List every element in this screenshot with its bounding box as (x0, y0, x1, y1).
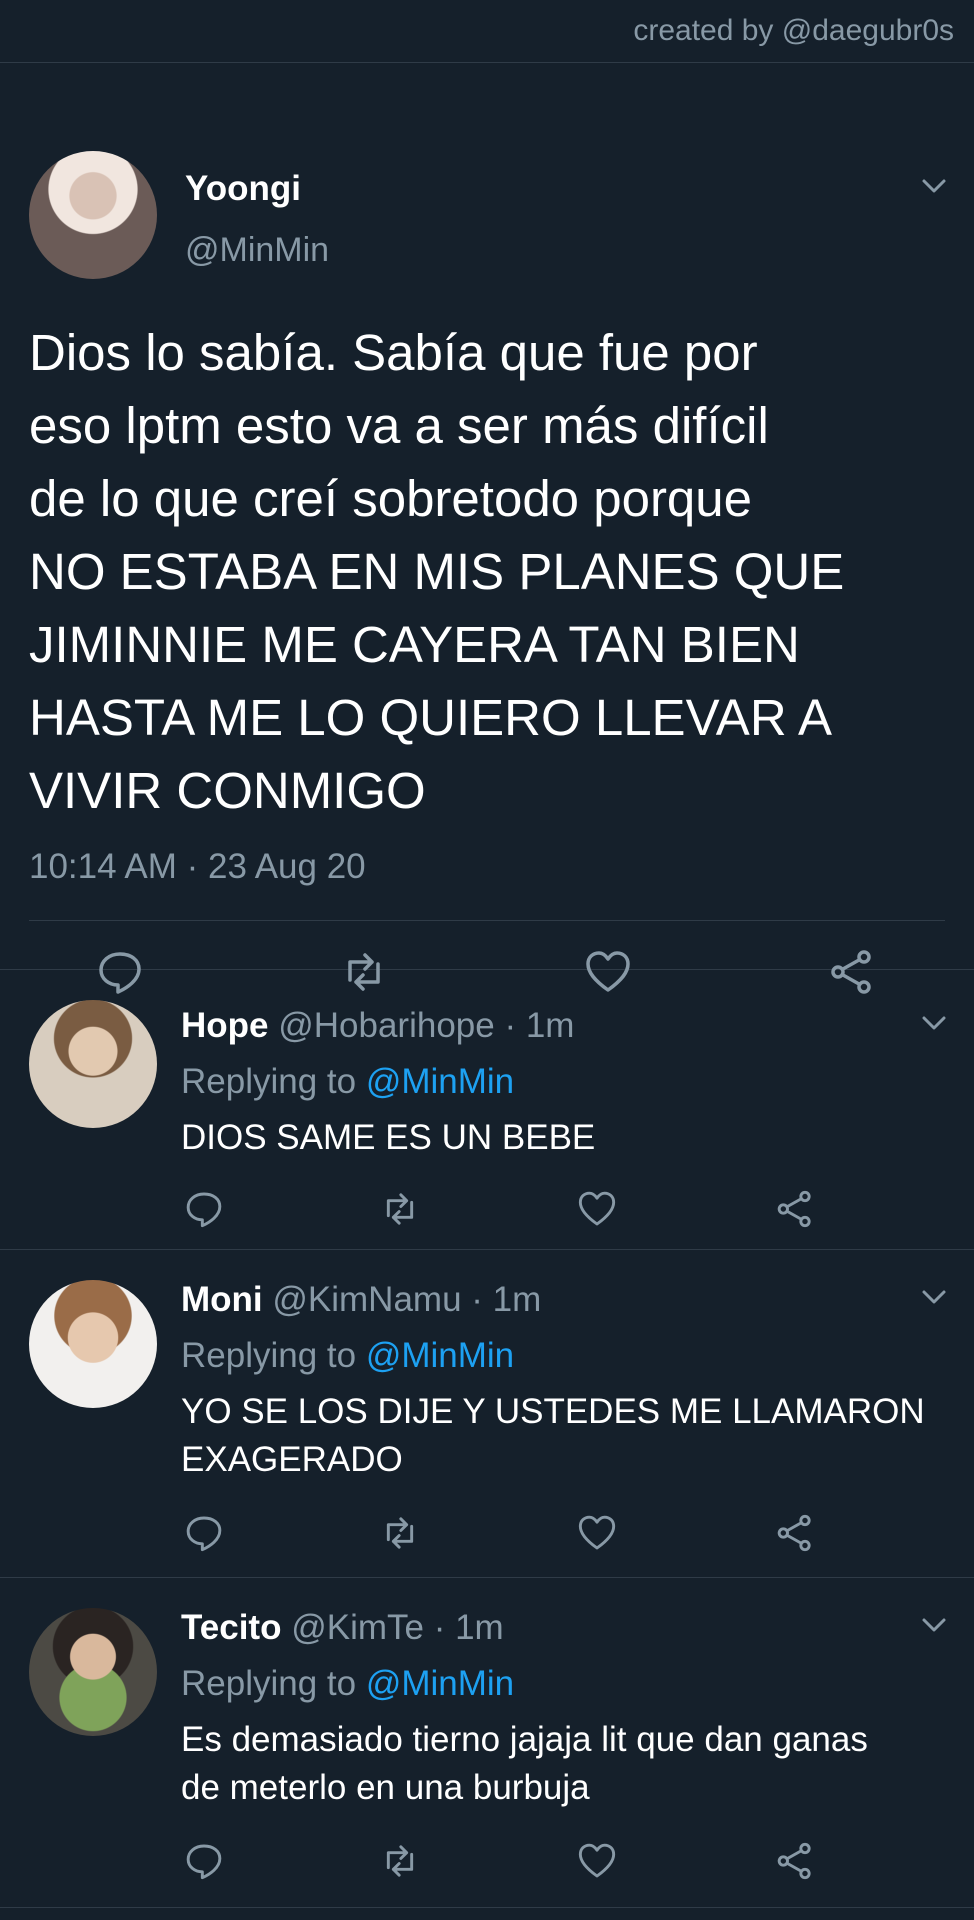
retweet-icon[interactable] (380, 1513, 420, 1553)
author-meta: @KimTe · 1m (281, 1608, 504, 1647)
author-name[interactable]: Yoongi (185, 169, 301, 209)
author-handle[interactable]: @MinMin (185, 231, 329, 270)
share-icon[interactable] (775, 1841, 815, 1881)
like-icon[interactable] (577, 1189, 617, 1229)
tweet-timestamp[interactable]: 10:14 AM · 23 Aug 20 (29, 847, 366, 887)
main-tweet: Yoongi @MinMin Dios lo sabía. Sabía que … (0, 63, 974, 994)
reply-header: Hope @Hobarihope · 1m (181, 1006, 574, 1046)
avatar[interactable] (29, 151, 157, 279)
author-name[interactable]: Hope (181, 1006, 269, 1045)
retweet-icon[interactable] (380, 1189, 420, 1229)
replying-label: Replying to (181, 1062, 366, 1101)
like-icon[interactable] (577, 1841, 617, 1881)
chevron-down-icon[interactable] (919, 1008, 949, 1038)
replying-to: Replying to @MinMin (181, 1062, 514, 1102)
author-name[interactable]: Moni (181, 1280, 263, 1319)
avatar[interactable] (29, 1608, 157, 1736)
reply-tweet[interactable]: Moni @KimNamu · 1m Replying to @MinMin Y… (0, 1250, 974, 1578)
replying-label: Replying to (181, 1664, 366, 1703)
replying-to-link[interactable]: @MinMin (366, 1062, 514, 1101)
replying-to-link[interactable]: @MinMin (366, 1336, 514, 1375)
like-icon[interactable] (577, 1513, 617, 1553)
reply-header: Tecito @KimTe · 1m (181, 1608, 504, 1648)
chevron-down-icon[interactable] (919, 1282, 949, 1312)
retweet-icon[interactable] (380, 1841, 420, 1881)
reply-text: Es demasiado tierno jajaja lit que dan g… (181, 1720, 868, 1807)
tweet-text: Dios lo sabía. Sabía que fue por eso lpt… (29, 324, 845, 819)
reply-text: DIOS SAME ES UN BEBE (181, 1118, 596, 1157)
author-name[interactable]: Tecito (181, 1608, 281, 1647)
reply-tweet[interactable]: Hope @Hobarihope · 1m Replying to @MinMi… (0, 970, 974, 1250)
reply-text: YO SE LOS DIJE Y USTEDES ME LLAMARON EXA… (181, 1392, 925, 1479)
replying-to: Replying to @MinMin (181, 1336, 514, 1376)
chevron-down-icon[interactable] (919, 171, 949, 201)
avatar[interactable] (29, 1000, 157, 1128)
share-icon[interactable] (775, 1513, 815, 1553)
author-meta: @KimNamu · 1m (262, 1280, 542, 1319)
author-meta: @Hobarihope · 1m (268, 1006, 575, 1045)
credit-text: created by @daegubr0s (633, 14, 954, 47)
reply-icon[interactable] (184, 1513, 224, 1553)
replying-to: Replying to @MinMin (181, 1664, 514, 1704)
reply-tweet[interactable]: Tecito @KimTe · 1m Replying to @MinMin E… (0, 1578, 974, 1908)
reply-icon[interactable] (184, 1841, 224, 1881)
share-icon[interactable] (775, 1189, 815, 1229)
avatar[interactable] (29, 1280, 157, 1408)
reply-header: Moni @KimNamu · 1m (181, 1280, 541, 1320)
divider (29, 920, 945, 921)
replying-label: Replying to (181, 1336, 366, 1375)
replying-to-link[interactable]: @MinMin (366, 1664, 514, 1703)
credit-bar: created by @daegubr0s (0, 0, 974, 63)
reply-icon[interactable] (184, 1189, 224, 1229)
chevron-down-icon[interactable] (919, 1610, 949, 1640)
